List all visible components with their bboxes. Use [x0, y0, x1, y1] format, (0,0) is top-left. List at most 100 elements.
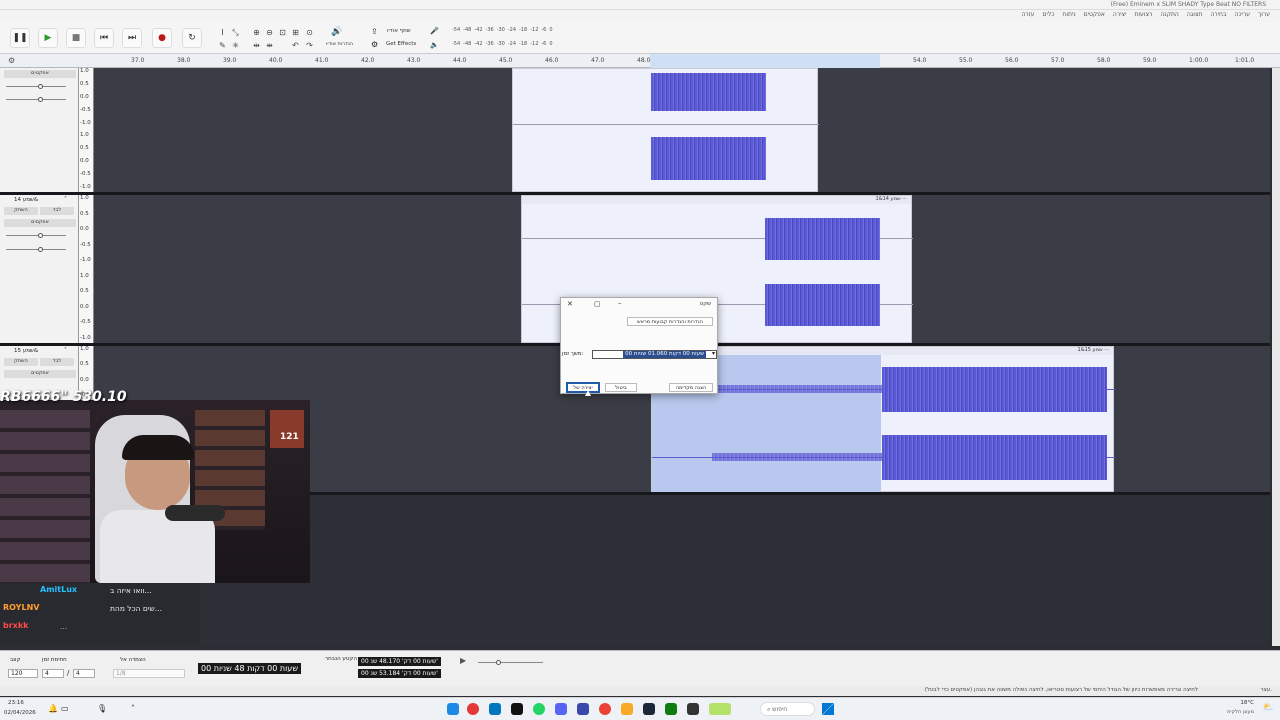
gain-slider[interactable] — [6, 84, 66, 89]
clock-date[interactable]: 02/04/2026 — [4, 710, 36, 716]
preview-button[interactable]: הצגה מקדימה — [669, 383, 713, 392]
clip-header[interactable]: שמע 14&1 ··· — [522, 196, 911, 204]
pause-button[interactable]: ❚❚ — [10, 28, 30, 48]
folder-icon[interactable] — [621, 703, 633, 715]
zoom-out-icon[interactable]: ⊖ — [264, 27, 275, 38]
undo-icon[interactable]: ↶ — [290, 40, 301, 51]
presets-button[interactable]: הגדרות והגדרות קבועות מראש — [627, 317, 713, 326]
menu-item[interactable]: אפקטים — [1084, 11, 1105, 18]
app-icon[interactable] — [687, 703, 699, 715]
app-icon[interactable] — [467, 703, 479, 715]
tray-chevron-icon[interactable]: ˄ — [131, 704, 135, 713]
clip-header[interactable]: שמע 15&1 ··· — [652, 347, 1113, 355]
app-icon[interactable] — [577, 703, 589, 715]
menu-item[interactable]: רצועות — [1134, 11, 1152, 18]
menu-item[interactable]: כלים — [1043, 11, 1055, 18]
steam-icon[interactable] — [643, 703, 655, 715]
selection-start[interactable]: 00 שעות 00 דק' 48.170 שנ' — [358, 657, 441, 666]
zoom-sel-icon[interactable]: ⊡ — [277, 27, 288, 38]
track-control-2[interactable]: שמע 14& ˄ השתק לבד אפקטים — [0, 195, 79, 343]
search-box[interactable]: ⌕ חיפוש — [760, 702, 815, 716]
solo-button[interactable]: לבד — [40, 358, 74, 366]
loop-button[interactable]: ↻ — [182, 28, 202, 48]
redo-icon[interactable]: ↷ — [304, 40, 315, 51]
menu-item[interactable]: ערוך — [1258, 11, 1270, 18]
chevron-down-icon[interactable]: ▾ — [712, 350, 715, 357]
mute-button[interactable]: השתק — [4, 358, 38, 366]
envelope-tool-icon[interactable]: ⤡ — [230, 27, 241, 38]
collapse-icon[interactable]: ˄ — [64, 347, 67, 354]
tempo-field[interactable]: 120 — [8, 669, 38, 678]
speed-slider[interactable] — [478, 660, 543, 665]
menu-item[interactable]: בחירה — [1210, 11, 1226, 18]
snap-select[interactable]: 1/8 — [113, 669, 185, 678]
weather-icon[interactable]: ⛅ — [1263, 703, 1274, 713]
solo-button[interactable]: לבד — [40, 207, 74, 215]
app-icon[interactable] — [447, 703, 459, 715]
selection-end[interactable]: 00 שעות 00 דק' 53.184 שנ' — [358, 669, 441, 678]
duration-field[interactable]: 00 שעות 00 דקות 01.060 שניות ▾ — [592, 350, 717, 359]
pan-slider[interactable] — [6, 247, 66, 252]
effects-button[interactable]: אפקטים — [4, 219, 76, 227]
skip-start-button[interactable]: ⏮ — [94, 28, 114, 48]
record-button[interactable]: ● — [152, 28, 172, 48]
effects-button[interactable]: אפקטים — [4, 370, 76, 378]
timeline-ruler[interactable]: 37.0 38.0 39.0 40.0 41.0 42.0 43.0 44.0 45.0 46.0… — [0, 54, 1280, 68]
position-display[interactable]: 00 שעות 00 דקות 48 שניות — [198, 663, 301, 674]
menu-item[interactable]: ניתוח — [1062, 11, 1075, 18]
app-icon[interactable] — [489, 703, 501, 715]
track-name[interactable]: שמע 14& — [14, 197, 38, 203]
app-icon[interactable] — [665, 703, 677, 715]
chrome-icon[interactable] — [599, 703, 611, 715]
maximize-icon[interactable]: ▢ — [594, 300, 601, 308]
track-name[interactable]: שמע 15& — [14, 348, 38, 354]
weather-desc[interactable]: מעונן חלקית — [1227, 709, 1254, 715]
level-meter[interactable]: 🎤 🔈 -54 -48 -42 -36 -30 -24 -18 -12 -6 0 -54 -48 -4… — [430, 24, 570, 52]
zoom-in-icon[interactable]: ⊕ — [251, 27, 262, 38]
windows-start-icon[interactable] — [822, 703, 834, 715]
close-icon[interactable]: ✕ — [567, 300, 573, 308]
share-audio-button[interactable]: שתף אודיו — [387, 28, 411, 34]
mic-tray-icon[interactable]: 🎙 — [97, 704, 107, 713]
effects-button[interactable]: אפקטים — [4, 70, 76, 78]
gain-slider[interactable] — [6, 233, 66, 238]
duration-value[interactable]: 00 שעות 00 דקות 01.060 שניות — [623, 351, 706, 358]
play-at-speed-icon[interactable]: ▶ — [460, 656, 466, 665]
weather-temp[interactable]: 18°C — [1240, 700, 1254, 706]
cancel-button[interactable]: ביטול — [605, 383, 637, 392]
select-tool-icon[interactable]: I — [217, 27, 228, 38]
mute-button[interactable]: השתק — [4, 207, 38, 215]
ruler-settings-icon[interactable]: ⚙ — [8, 56, 15, 65]
silence-icon[interactable]: ⇻ — [264, 40, 275, 51]
skip-end-button[interactable]: ⏭ — [122, 28, 142, 48]
time-sig-numerator[interactable]: 4 — [42, 669, 64, 678]
menu-item[interactable]: עריכה — [1234, 11, 1250, 18]
minimize-icon[interactable]: – — [618, 299, 622, 307]
terminal-icon[interactable] — [511, 703, 523, 715]
menu-item[interactable]: עזרה — [1021, 11, 1034, 18]
draw-tool-icon[interactable]: ✎ — [217, 40, 228, 51]
multi-tool-icon[interactable]: ✳ — [230, 40, 241, 51]
track-control-1[interactable]: אפקטים — [0, 68, 79, 192]
clock-time[interactable]: 23:16 — [8, 700, 24, 706]
vertical-scrollbar[interactable] — [1272, 68, 1280, 646]
play-button[interactable]: ▶ — [38, 28, 58, 48]
get-effects-button[interactable]: Get Effects — [386, 41, 416, 47]
apply-button[interactable]: יצירה של — [567, 383, 599, 392]
menu-item[interactable]: תצוגה — [1187, 11, 1203, 18]
audio-clip[interactable]: שמע 15&1 ··· — [651, 346, 1115, 493]
discord-icon[interactable] — [555, 703, 567, 715]
whatsapp-icon[interactable] — [533, 703, 545, 715]
stop-button[interactable]: ■ — [66, 28, 86, 48]
time-sig-denominator[interactable]: 4 — [73, 669, 95, 678]
menu-item[interactable]: התקנה — [1160, 11, 1178, 18]
trim-icon[interactable]: ⇹ — [251, 40, 262, 51]
notification-icon[interactable]: 🔔 — [48, 704, 58, 713]
pan-slider[interactable] — [6, 97, 66, 102]
app-icon[interactable] — [709, 703, 731, 715]
snap-label[interactable]: הצמדה אל — [120, 657, 146, 663]
zoom-toggle-icon[interactable]: ⊙ — [304, 27, 315, 38]
collapse-icon[interactable]: ˄ — [64, 196, 67, 203]
menu-item[interactable]: יצירה — [1113, 11, 1127, 18]
desktop-icon[interactable]: ▭ — [61, 704, 69, 713]
